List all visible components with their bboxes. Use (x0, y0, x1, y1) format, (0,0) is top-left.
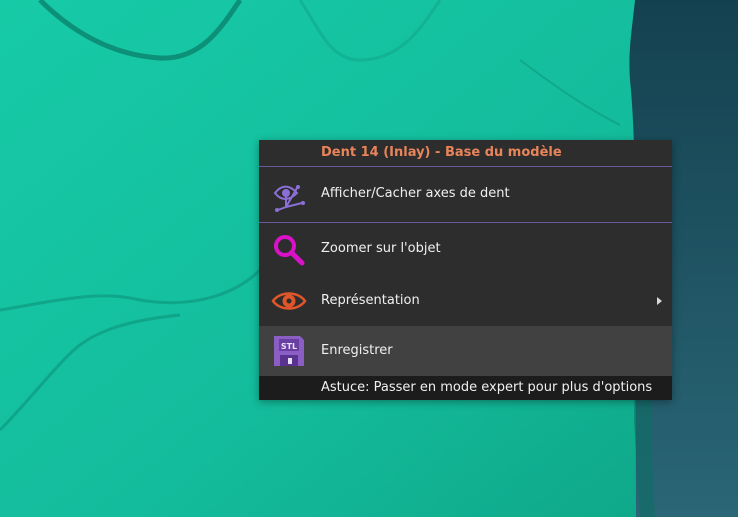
menu-item-representation[interactable]: Représentation (259, 276, 672, 326)
menu-item-zoom-object[interactable]: Zoomer sur l'objet (259, 223, 672, 276)
menu-item-label: Représentation (321, 293, 420, 308)
magnifier-icon (274, 235, 305, 266)
stl-save-icon: STL (274, 336, 304, 366)
menu-item-label: Enregistrer (321, 343, 393, 358)
context-menu: Dent 14 (Inlay) - Base du modèle Affiche… (259, 140, 672, 400)
menu-item-save[interactable]: STL Enregistrer (259, 326, 672, 376)
submenu-arrow-icon (657, 297, 662, 305)
svg-text:STL: STL (281, 342, 297, 351)
tooth-axes-eye-icon (273, 185, 305, 212)
menu-item-toggle-axes[interactable]: Afficher/Cacher axes de dent (259, 167, 672, 221)
tip-bar: Astuce: Passer en mode expert pour plus … (259, 376, 672, 400)
tip-text: Astuce: Passer en mode expert pour plus … (321, 380, 653, 395)
eye-icon (271, 292, 307, 310)
menu-title: Dent 14 (Inlay) - Base du modèle (321, 145, 562, 160)
menu-item-label: Zoomer sur l'objet (321, 241, 441, 256)
menu-item-label: Afficher/Cacher axes de dent (321, 186, 510, 201)
